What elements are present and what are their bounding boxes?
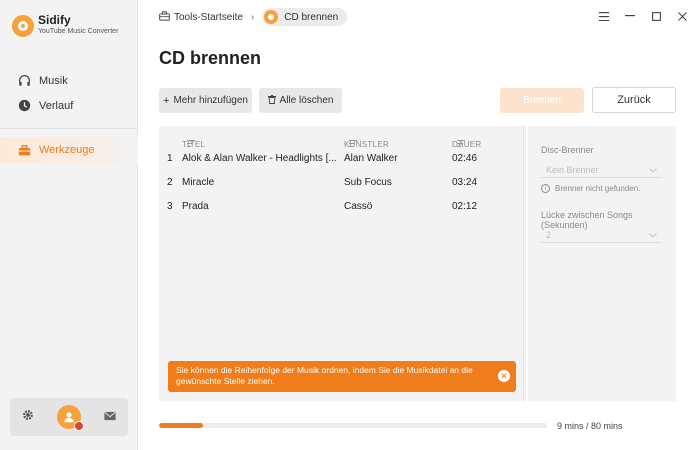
page-title: CD brennen (159, 48, 262, 68)
table-header: TITEL KÜNSTLER DAUER (182, 140, 482, 149)
sidebar-item-label: Werkzeuge (39, 144, 95, 156)
gap-select[interactable]: 2 (541, 228, 661, 243)
burner-select[interactable]: Kein Brenner (541, 163, 661, 178)
clock-icon (17, 99, 31, 113)
breadcrumb-home-link[interactable]: Tools-Startseite (174, 12, 243, 23)
sort-icon (457, 140, 465, 147)
track-title: Alok & Alan Walker - Headlights [... (182, 153, 337, 164)
minimize-icon[interactable] (624, 10, 636, 22)
burner-note: i Brenner nicht gefunden. (541, 184, 640, 193)
table-row[interactable]: 1 Alok & Alan Walker - Headlights [... A… (159, 148, 526, 172)
add-more-label: Mehr hinzufügen (173, 95, 248, 106)
sidebar: Sidify YouTube Music Converter Musik Ver… (0, 0, 138, 450)
topbar: Tools-Startseite › CD brennen (138, 0, 700, 36)
sidebar-item-musik[interactable]: Musik (0, 68, 138, 93)
plus-icon: + (163, 94, 170, 107)
sidebar-item-label: Musik (39, 74, 68, 87)
add-more-button[interactable]: + Mehr hinzufügen (159, 88, 252, 113)
close-icon[interactable]: ✕ (498, 370, 510, 382)
breadcrumb: Tools-Startseite › CD brennen (159, 8, 348, 26)
capacity-progress-bar (159, 423, 547, 428)
track-artist: Cassö (344, 201, 373, 212)
scrollbar-track[interactable] (523, 126, 524, 401)
toolbox-icon (17, 143, 31, 157)
info-icon: i (541, 184, 550, 193)
avatar[interactable] (56, 405, 84, 431)
breadcrumb-current: CD brennen (262, 8, 348, 26)
maximize-icon[interactable] (650, 10, 662, 22)
track-artist: Alan Walker (344, 153, 398, 164)
headphones-icon (17, 74, 31, 88)
sort-icon (187, 140, 195, 147)
burn-settings-panel: Disc-Brenner Kein Brenner i Brenner nich… (528, 126, 676, 401)
window-controls (598, 10, 688, 22)
capacity-text: 9 mins / 80 mins (557, 421, 623, 431)
track-duration: 02:12 (452, 201, 478, 212)
track-duration: 03:24 (452, 177, 478, 188)
gear-icon[interactable] (22, 408, 34, 426)
sidify-logo-icon (12, 14, 34, 37)
clear-all-label: Alle löschen (279, 95, 334, 106)
gap-select-value: 2 (546, 230, 552, 240)
track-artist: Sub Focus (344, 177, 392, 188)
close-icon[interactable] (676, 10, 688, 22)
alert-badge-icon (73, 421, 84, 431)
table-row[interactable]: 2 Miracle Sub Focus 03:24 (159, 172, 526, 196)
burner-select-value: Kein Brenner (546, 165, 599, 175)
sidebar-item-verlauf[interactable]: Verlauf (0, 93, 138, 118)
trash-icon (267, 94, 276, 107)
app-subtitle: YouTube Music Converter (38, 28, 119, 35)
sidebar-bottom-bar (10, 398, 128, 436)
sidebar-item-label: Verlauf (39, 99, 74, 112)
clear-all-button[interactable]: Alle löschen (259, 88, 342, 113)
app-name: Sidify (38, 13, 71, 27)
cd-icon (264, 10, 279, 24)
brand: Sidify YouTube Music Converter (12, 14, 118, 37)
toast-message: Sie können die Reihenfolge der Musik ord… (176, 365, 473, 386)
sidebar-item-werkzeuge[interactable]: Werkzeuge (0, 137, 138, 163)
gap-label: Lücke zwischen Songs (Sekunden) (541, 210, 633, 230)
track-title: Miracle (182, 177, 215, 188)
mail-icon[interactable] (104, 408, 116, 426)
breadcrumb-current-label: CD brennen (284, 11, 339, 23)
reorder-hint-toast: Sie können die Reihenfolge der Musik ord… (168, 361, 516, 392)
burner-label: Disc-Brenner (541, 145, 594, 155)
chevron-down-icon (649, 230, 657, 240)
track-duration: 02:46 (452, 153, 478, 164)
back-button[interactable]: Zurück (592, 87, 676, 113)
sidebar-nav: Musik Verlauf Werkzeuge (0, 68, 138, 163)
track-list: TITEL KÜNSTLER DAUER 1 Alok & Alan Walke… (159, 126, 526, 401)
menu-icon[interactable] (598, 10, 610, 22)
sort-icon (349, 140, 357, 147)
track-number: 3 (167, 201, 173, 212)
track-number: 2 (167, 177, 173, 188)
chevron-right-icon: › (250, 11, 255, 23)
chevron-down-icon (649, 165, 657, 175)
toolbox-icon (159, 10, 170, 24)
track-title: Prada (182, 201, 209, 212)
burn-button[interactable]: Brennen (500, 88, 584, 113)
sidebar-divider (0, 128, 138, 129)
track-number: 1 (167, 153, 173, 164)
capacity-progress-fill (159, 423, 203, 428)
table-row[interactable]: 3 Prada Cassö 02:12 (159, 196, 526, 220)
